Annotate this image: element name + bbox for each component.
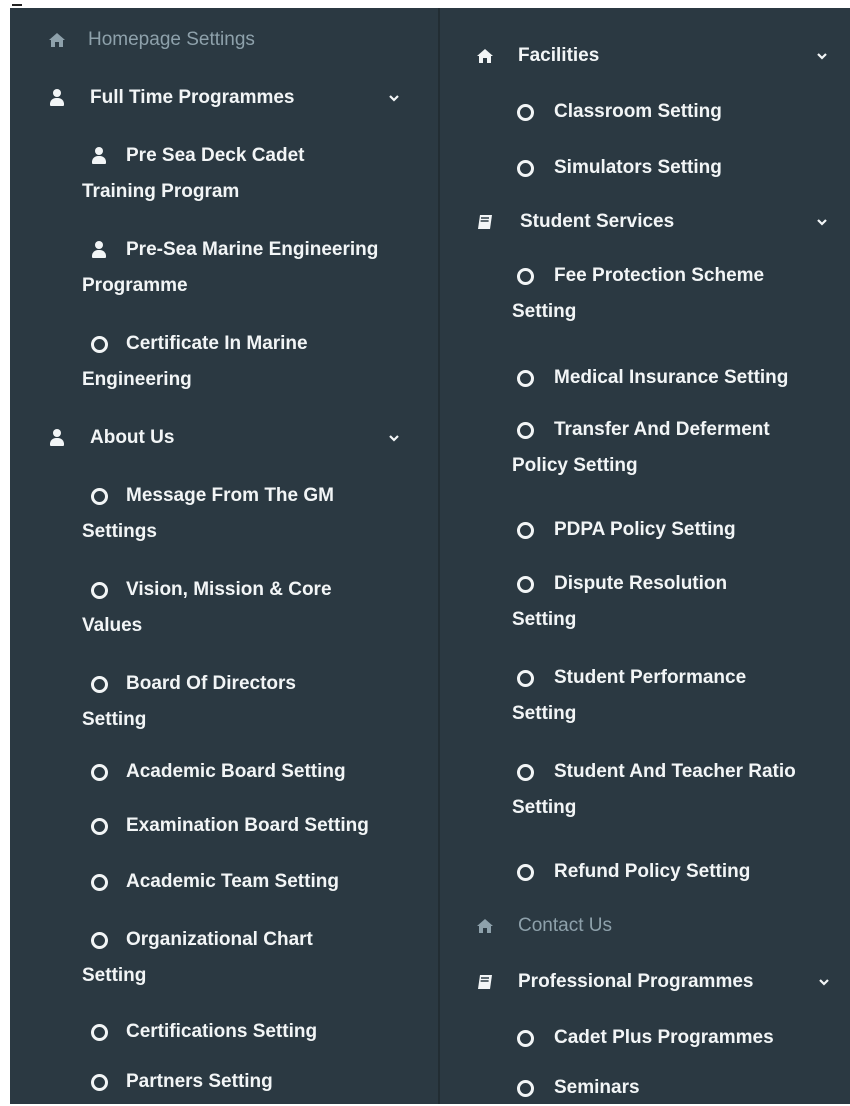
- submenu-item-label: Cadet Plus Programmes: [554, 1027, 774, 1048]
- circle-icon: [514, 512, 536, 548]
- submenu-item-organizational-chart[interactable]: Organizational Chart Setting: [10, 922, 438, 994]
- submenu-item-label: Academic Team Setting: [126, 871, 339, 892]
- submenu-item-label: Vision, Mission & Core Values: [82, 579, 332, 636]
- chevron-down-icon[interactable]: [814, 38, 830, 74]
- submenu-item-label: Certificate In Marine Engineering: [82, 333, 308, 390]
- home-icon: [474, 908, 496, 944]
- submenu-item-label: Student Performance Setting: [512, 667, 747, 724]
- submenu-item-pre-sea-marine[interactable]: Pre-Sea Marine Engineering Programme: [10, 232, 438, 304]
- submenu-item-label: Transfer And Deferment Policy Setting: [512, 419, 770, 476]
- book-icon: [474, 964, 496, 1000]
- submenu-item-label: Seminars: [554, 1077, 640, 1098]
- chevron-down-icon[interactable]: [386, 80, 402, 116]
- submenu-item-student-teacher-ratio[interactable]: Student And Teacher Ratio Setting: [440, 754, 850, 826]
- chevron-down-icon[interactable]: [814, 204, 830, 240]
- menu-item-label: Facilities: [518, 45, 600, 66]
- settings-menu: Homepage Settings Full Time Programmes P…: [0, 0, 850, 1104]
- submenu-item-label: Examination Board Setting: [126, 815, 369, 836]
- submenu-item-label: Pre Sea Deck Cadet Training Program: [82, 145, 305, 202]
- circle-icon: [88, 864, 110, 900]
- top-fragment: [10, 0, 50, 8]
- menu-item-label: Contact Us: [518, 915, 612, 936]
- submenu-item-label: Pre-Sea Marine Engineering Programme: [82, 239, 379, 296]
- submenu-item-label: Classroom Setting: [554, 101, 722, 122]
- submenu-item-message-gm[interactable]: Message From The GM Settings: [10, 478, 438, 550]
- submenu-item-label: Partners Setting: [126, 1071, 273, 1092]
- circle-icon: [514, 1020, 536, 1056]
- submenu-item-transfer-deferment[interactable]: Transfer And Deferment Policy Setting: [440, 412, 850, 484]
- submenu-item-label: Message From The GM Settings: [82, 485, 334, 542]
- submenu-item-label: Dispute Resolution Setting: [512, 573, 728, 630]
- submenu-item-label: Fee Protection Scheme Setting: [512, 265, 765, 322]
- menu-item-label: About Us: [90, 427, 175, 448]
- circle-icon: [514, 150, 536, 186]
- submenu-item-label: Medical Insurance Setting: [554, 367, 789, 388]
- submenu-item-label: Refund Policy Setting: [554, 861, 751, 882]
- sidebar-left: Homepage Settings Full Time Programmes P…: [10, 8, 438, 1104]
- user-icon: [46, 420, 68, 456]
- circle-icon: [514, 1070, 536, 1106]
- circle-icon: [514, 854, 536, 890]
- sidebar-right: Facilities Classroom Setting Simulators …: [440, 8, 850, 1104]
- circle-icon: [514, 94, 536, 130]
- book-icon: [474, 204, 496, 240]
- circle-icon: [514, 360, 536, 396]
- submenu-item-vision-mission[interactable]: Vision, Mission & Core Values: [10, 572, 438, 644]
- submenu-item-student-performance[interactable]: Student Performance Setting: [440, 660, 850, 732]
- circle-icon: [88, 1014, 110, 1050]
- menu-item-label: Professional Programmes: [518, 971, 754, 992]
- menu-item-label: Student Services: [520, 211, 675, 232]
- submenu-item-label: Organizational Chart Setting: [82, 929, 313, 986]
- chevron-down-icon[interactable]: [386, 420, 402, 456]
- submenu-item-dispute-resolution[interactable]: Dispute Resolution Setting: [440, 566, 850, 638]
- submenu-item-label: Board Of Directors Setting: [82, 673, 296, 730]
- submenu-item-label: Student And Teacher Ratio Setting: [512, 761, 796, 818]
- home-icon: [46, 22, 68, 58]
- submenu-item-fee-protection[interactable]: Fee Protection Scheme Setting: [440, 258, 850, 330]
- home-icon: [474, 38, 496, 74]
- circle-icon: [88, 1064, 110, 1100]
- submenu-item-label: Simulators Setting: [554, 157, 722, 178]
- submenu-item-board-of-directors[interactable]: Board Of Directors Setting: [10, 666, 438, 738]
- user-icon: [46, 80, 68, 116]
- submenu-item-certificate-marine[interactable]: Certificate In Marine Engineering: [10, 326, 438, 398]
- circle-icon: [88, 754, 110, 790]
- circle-icon: [88, 808, 110, 844]
- chevron-down-icon[interactable]: [816, 964, 832, 1000]
- menu-item-label: Full Time Programmes: [90, 87, 295, 108]
- menu-item-label: Homepage Settings: [88, 29, 255, 50]
- submenu-item-label: Certifications Setting: [126, 1021, 318, 1042]
- submenu-item-pre-sea-deck[interactable]: Pre Sea Deck Cadet Training Program: [10, 138, 438, 210]
- submenu-item-label: Academic Board Setting: [126, 761, 346, 782]
- submenu-item-label: PDPA Policy Setting: [554, 519, 736, 540]
